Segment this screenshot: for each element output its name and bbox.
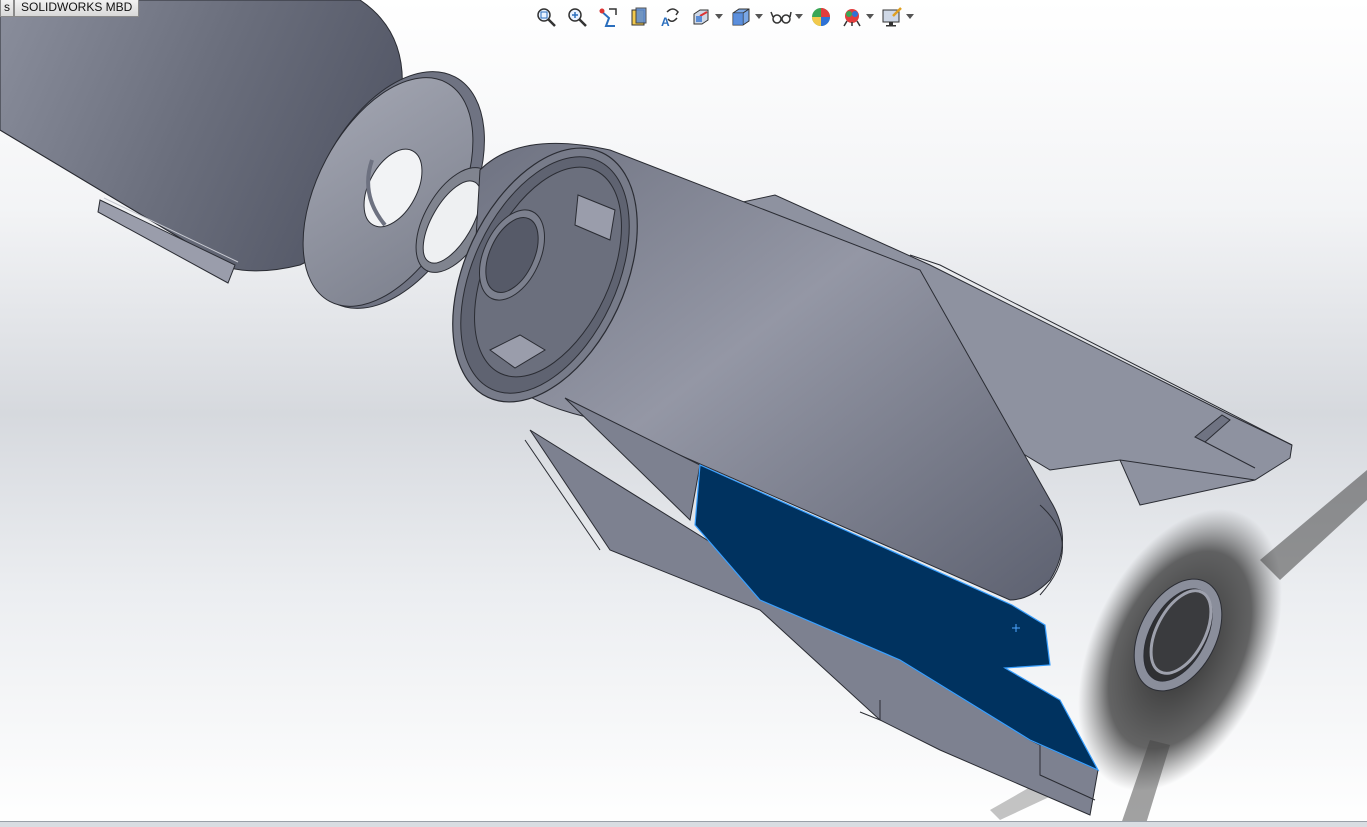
- previous-view-icon: [599, 8, 617, 27]
- view-settings-icon: [882, 7, 902, 27]
- apply-scene-button[interactable]: [840, 5, 864, 29]
- graphics-area-bottom-edge: [0, 821, 1367, 827]
- previous-view-button[interactable]: [596, 5, 620, 29]
- chevron-down-icon: [906, 14, 914, 19]
- section-view-button[interactable]: [627, 5, 651, 29]
- edit-appearance-button[interactable]: [809, 5, 833, 29]
- 3d-model-view[interactable]: [0, 0, 1367, 827]
- chevron-down-icon: [755, 14, 763, 19]
- display-style-icon: [732, 8, 750, 26]
- zoom-to-fit-button[interactable]: [534, 5, 558, 29]
- chevron-down-icon: [866, 14, 874, 19]
- graphics-area[interactable]: s SOLIDWORKS MBD A: [0, 0, 1367, 827]
- svg-text:A: A: [661, 15, 670, 28]
- hide-show-items-button[interactable]: [769, 5, 793, 29]
- chevron-down-icon: [715, 14, 723, 19]
- zoom-to-area-icon: [568, 8, 587, 27]
- tab-partial[interactable]: s: [0, 0, 14, 17]
- heads-up-view-toolbar: A: [534, 3, 920, 31]
- dynamic-annotation-views-button[interactable]: A: [658, 5, 682, 29]
- display-style-dropdown[interactable]: [755, 5, 763, 29]
- zoom-to-fit-icon: [537, 8, 556, 27]
- view-settings-dropdown[interactable]: [906, 5, 914, 29]
- view-settings-button[interactable]: [880, 5, 904, 29]
- view-orientation-button[interactable]: [689, 5, 713, 29]
- zoom-to-area-button[interactable]: [565, 5, 589, 29]
- display-style-button[interactable]: [729, 5, 753, 29]
- section-view-icon: [631, 7, 647, 26]
- chevron-down-icon: [795, 14, 803, 19]
- edit-appearance-icon: [812, 8, 830, 26]
- tab-solidworks-mbd[interactable]: SOLIDWORKS MBD: [14, 0, 140, 17]
- command-manager-tabs: s SOLIDWORKS MBD: [0, 0, 140, 17]
- hide-show-items-icon: [770, 11, 792, 24]
- view-orientation-icon: [693, 9, 709, 25]
- apply-scene-icon: [843, 9, 861, 27]
- hide-show-items-dropdown[interactable]: [795, 5, 803, 29]
- view-orientation-dropdown[interactable]: [715, 5, 723, 29]
- apply-scene-dropdown[interactable]: [866, 5, 874, 29]
- dynamic-annotation-views-icon: A: [661, 8, 679, 28]
